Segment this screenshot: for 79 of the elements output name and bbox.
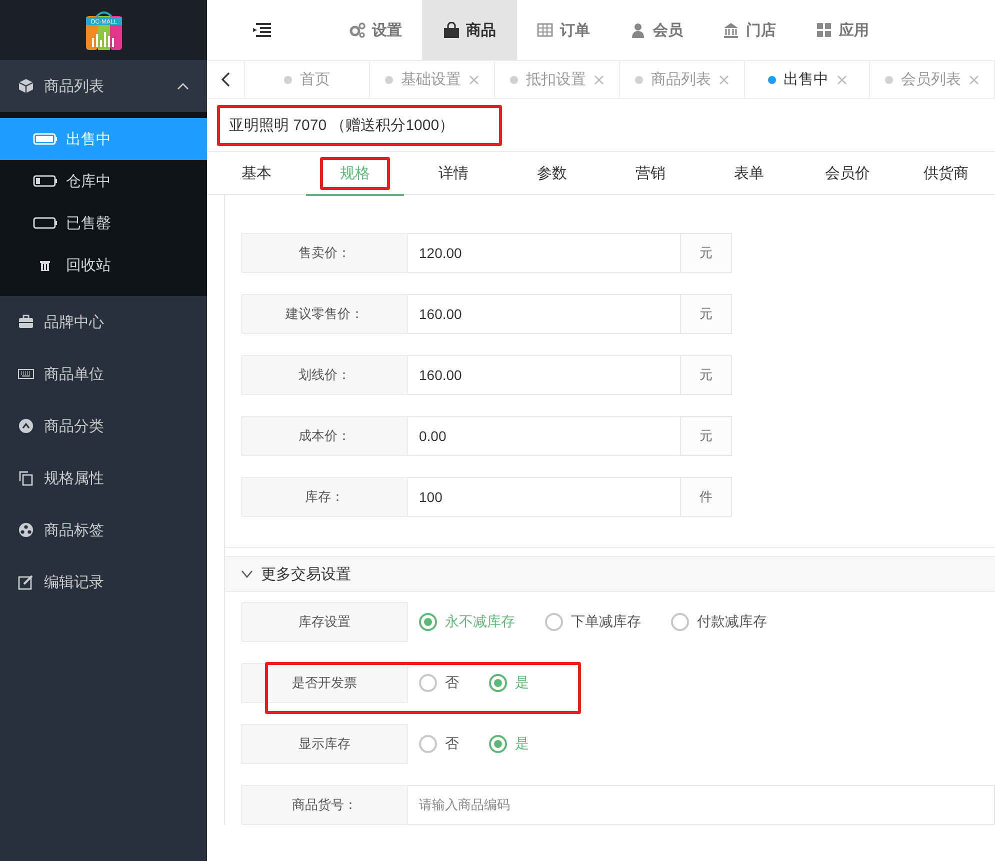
close-icon (719, 74, 729, 84)
submenu-item[interactable]: 已售罄 (0, 202, 207, 244)
battery-icon (33, 217, 58, 229)
section-tab[interactable]: 供货商 (903, 156, 988, 190)
ball-icon (18, 522, 34, 538)
sidebar-item[interactable]: 商品单位 (0, 348, 207, 400)
bank-icon (723, 22, 740, 38)
section-tab[interactable]: 表单 (714, 156, 784, 190)
status-dot (385, 76, 393, 84)
unit-addon: 元 (681, 416, 732, 456)
briefcase-icon (18, 314, 34, 330)
radio-option[interactable]: 下单减库存 (545, 613, 641, 631)
section-tab[interactable]: 会员价 (804, 156, 890, 190)
field-label: 显示库存 (241, 724, 408, 764)
price-input[interactable]: 100 (408, 477, 681, 517)
section-tab[interactable]: 基本 (221, 156, 292, 190)
close-icon (469, 74, 479, 84)
top-nav-item[interactable]: 设置 (329, 0, 422, 60)
price-input[interactable]: 160.00 (408, 294, 681, 334)
cube-icon (18, 78, 34, 94)
circle-icon (18, 418, 34, 434)
status-dot (284, 76, 292, 84)
section-tab[interactable]: 详情 (418, 156, 488, 190)
status-dot (768, 76, 776, 84)
field-label: 库存： (241, 477, 408, 517)
gears-icon (349, 22, 366, 38)
section-tab[interactable]: 参数 (516, 156, 587, 190)
field-label: 售卖价： (241, 233, 408, 273)
battery-icon (33, 175, 58, 187)
top-nav-item[interactable]: 应用 (796, 0, 889, 60)
sidebar-item[interactable]: 品牌中心 (0, 296, 207, 348)
top-nav-item[interactable]: 门店 (703, 0, 796, 60)
copy-icon (18, 470, 34, 486)
sidebar-item[interactable]: 商品标签 (0, 504, 207, 556)
text-input[interactable]: 请输入商品编码 (408, 785, 995, 825)
sidebar-item[interactable]: 商品分类 (0, 400, 207, 452)
page-tab[interactable]: 出售中 (745, 61, 870, 98)
submenu-item[interactable]: 仓库中 (0, 160, 207, 202)
unit-addon: 元 (681, 294, 732, 334)
radio-option[interactable]: 否 (419, 735, 459, 753)
close-icon (836, 74, 846, 84)
table-icon (537, 22, 554, 38)
keyboard-icon (18, 366, 34, 382)
status-dot (635, 76, 643, 84)
radio-option[interactable]: 付款减库存 (671, 613, 767, 631)
field-label: 成本价： (241, 416, 408, 456)
section-header[interactable]: 更多交易设置 (225, 556, 995, 592)
close-icon (594, 74, 604, 84)
price-input[interactable]: 0.00 (408, 416, 681, 456)
status-dot (885, 76, 893, 84)
field-label: 库存设置 (241, 602, 408, 642)
field-label: 建议零售价： (241, 294, 408, 334)
close-icon (969, 74, 979, 84)
field-label: 是否开发票 (241, 663, 408, 703)
top-nav-item[interactable]: 商品 (422, 0, 517, 60)
shopping-bag-icon (443, 22, 460, 38)
field-label: 划线价： (241, 355, 408, 395)
sidebar-item[interactable]: 商品列表 (0, 60, 207, 112)
price-input[interactable]: 120.00 (408, 233, 681, 273)
unit-addon: 件 (681, 477, 732, 517)
battery-icon (33, 133, 58, 145)
section-tab[interactable]: 营销 (615, 156, 686, 190)
chevron-left-icon (221, 72, 230, 87)
top-nav-item[interactable]: 会员 (610, 0, 703, 60)
top-nav-item[interactable]: 订单 (517, 0, 610, 60)
menu-collapse-icon (252, 23, 272, 37)
status-dot (510, 76, 518, 84)
sidebar-item[interactable]: 编辑记录 (0, 556, 207, 608)
product-title: 亚明照明 7070 （赠送积分1000） (217, 104, 502, 146)
sidebar-item[interactable]: 规格属性 (0, 452, 207, 504)
unit-addon: 元 (681, 233, 732, 273)
user-icon (630, 22, 647, 38)
submenu-item[interactable]: 回收站 (0, 244, 207, 286)
edit-icon (18, 574, 34, 590)
field-label: 商品货号： (241, 785, 408, 825)
grid-icon (816, 22, 833, 38)
radio-option[interactable]: 否 (419, 674, 459, 692)
unit-addon: 元 (681, 355, 732, 395)
price-input[interactable]: 160.00 (408, 355, 681, 395)
